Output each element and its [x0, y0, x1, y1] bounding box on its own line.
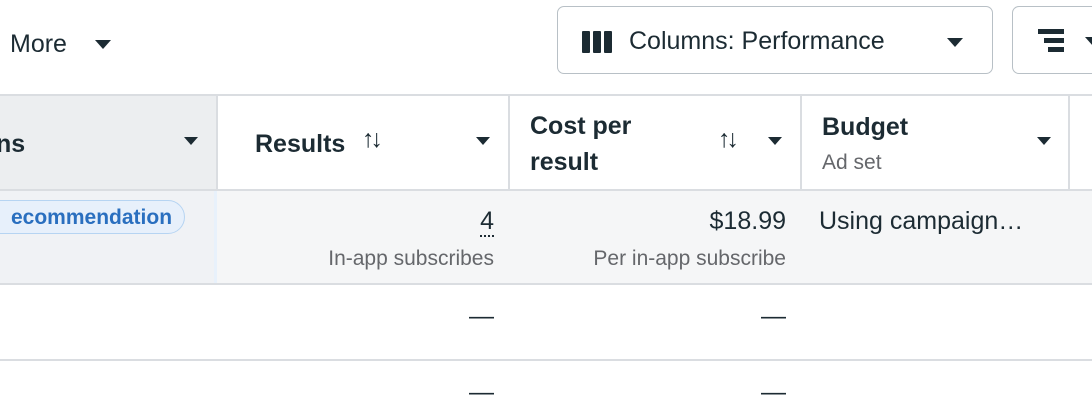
column-divider [1068, 94, 1070, 190]
divider [0, 283, 1092, 285]
column-header-cost-per-result[interactable]: Cost per result ↑↓ [509, 94, 800, 190]
more-label: More [10, 29, 67, 58]
budget-value: Using campaign… [819, 207, 1024, 235]
sort-icon[interactable]: ↑↓ [718, 125, 739, 154]
columns-label: Columns: Performance [629, 27, 885, 55]
results-value: — [469, 378, 494, 406]
breakdown-icon [1038, 29, 1064, 53]
column-header-label-line1: Cost per [530, 112, 632, 140]
chevron-down-icon [94, 39, 111, 49]
cost-per-result-value: — [761, 302, 786, 330]
recommendation-badge[interactable]: ecommendation [0, 200, 186, 234]
column-header-sublabel: Ad set [822, 151, 882, 174]
more-dropdown-button[interactable]: More [10, 24, 111, 64]
columns-dropdown-button[interactable]: Columns: Performance [557, 6, 993, 74]
cost-per-result-value: $18.99 [709, 207, 786, 235]
column-header-label: ns [0, 130, 26, 158]
toolbar: More Columns: Performance [0, 0, 1092, 94]
breakdown-dropdown-button[interactable] [1012, 6, 1092, 74]
chevron-down-icon[interactable] [1037, 137, 1051, 145]
chevron-down-icon[interactable] [768, 137, 782, 145]
column-header-budget[interactable]: Budget Ad set [801, 94, 1068, 190]
sort-icon[interactable]: ↑↓ [362, 125, 383, 154]
columns-icon [582, 31, 613, 53]
chevron-down-icon[interactable] [184, 137, 198, 145]
column-header-name[interactable]: ns [0, 94, 216, 190]
results-value[interactable]: 4 [480, 207, 494, 237]
column-header-label: Budget [822, 113, 909, 141]
column-header-label-line2: result [530, 148, 599, 176]
divider [0, 359, 1092, 361]
row-name-cell-accent [214, 190, 217, 283]
cost-per-result-value: — [761, 378, 786, 406]
data-table: ns Results ↑↓ Cost per result ↑↓ Budget … [0, 94, 1092, 406]
cost-per-result-sublabel: Per in-app subscribe [593, 247, 786, 270]
chevron-down-icon [947, 38, 963, 47]
chevron-down-icon[interactable] [476, 137, 490, 145]
column-header-results[interactable]: Results ↑↓ [217, 94, 508, 190]
chevron-down-icon [1085, 37, 1092, 46]
column-header-label: Results [255, 130, 346, 158]
results-value: — [469, 302, 494, 330]
results-sublabel: In-app subscribes [328, 247, 494, 270]
